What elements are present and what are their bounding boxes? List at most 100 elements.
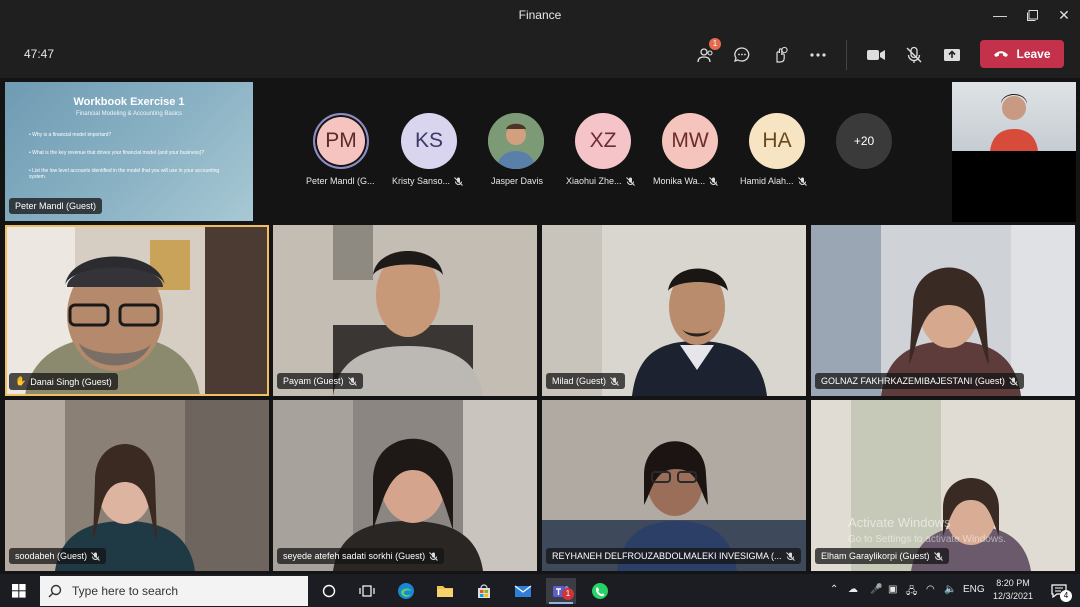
cortana-icon bbox=[322, 584, 336, 598]
network-icon[interactable]: 🖧 bbox=[906, 584, 917, 601]
clock-time: 8:20 PM bbox=[996, 578, 1030, 588]
self-video bbox=[952, 82, 1076, 151]
leave-label: Leave bbox=[1016, 47, 1051, 61]
teams-badge: 1 bbox=[562, 588, 574, 600]
video-tile[interactable]: REYHANEH DELFROUZABDOLMALEKI INVESIGMA (… bbox=[542, 400, 806, 571]
mail-button[interactable] bbox=[508, 578, 538, 604]
edge-button[interactable] bbox=[391, 578, 421, 604]
avatar-name: Monika Wa... bbox=[653, 176, 706, 186]
video-feed bbox=[5, 225, 269, 396]
video-feed bbox=[542, 225, 806, 396]
slide-bullet: What is the key revenue that drives your… bbox=[29, 150, 229, 156]
mic-button[interactable] bbox=[901, 42, 927, 68]
participant-nametag: Payam (Guest) bbox=[277, 373, 363, 389]
participants-badge: 1 bbox=[709, 38, 721, 50]
avatar-name: Jasper Davis bbox=[491, 176, 544, 186]
file-explorer-button[interactable] bbox=[430, 578, 460, 604]
meet-now-icon[interactable]: ▣ bbox=[888, 584, 897, 595]
close-icon[interactable]: ✕ bbox=[1048, 0, 1080, 30]
maximize-icon[interactable] bbox=[1016, 0, 1048, 30]
tray-overflow-icon[interactable]: ⌃ bbox=[830, 584, 838, 595]
start-button[interactable] bbox=[4, 578, 34, 604]
search-icon bbox=[48, 584, 62, 598]
participants-button[interactable]: 1 bbox=[693, 38, 721, 68]
avatar-ha[interactable]: HA bbox=[749, 113, 805, 169]
meeting-timer: 47:47 bbox=[24, 47, 55, 61]
leave-button[interactable]: Leave bbox=[980, 40, 1064, 68]
mic-off-icon bbox=[610, 376, 619, 386]
microphone-tray-icon[interactable]: 🎤 bbox=[870, 584, 882, 595]
video-tile[interactable]: GOLNAZ FAKHRKAZEMIBAJESTANI (Guest) bbox=[811, 225, 1075, 396]
mic-off-icon bbox=[709, 176, 719, 186]
participant-name: Payam (Guest) bbox=[283, 376, 344, 386]
video-tile[interactable]: Payam (Guest) bbox=[273, 225, 537, 396]
video-tile[interactable]: Milad (Guest) bbox=[542, 225, 806, 396]
participant-nametag: seyede atefeh sadati sorkhi (Guest) bbox=[277, 548, 445, 564]
onedrive-icon[interactable]: ☁ bbox=[848, 584, 858, 595]
taskbar-search[interactable]: Type here to search bbox=[40, 576, 308, 606]
avatar-initials: XZ bbox=[589, 129, 617, 152]
reactions-button[interactable] bbox=[767, 42, 793, 68]
self-preview[interactable] bbox=[952, 82, 1076, 222]
video-feed bbox=[811, 225, 1075, 396]
presenter-nametag: Peter Mandl (Guest) bbox=[9, 198, 103, 214]
participant-name: Milad (Guest) bbox=[552, 376, 607, 386]
video-tile[interactable]: Elham Garaylikorpi (Guest) bbox=[811, 400, 1075, 571]
avatar-xz[interactable]: XZ bbox=[575, 113, 631, 169]
teams-button[interactable]: 1 bbox=[546, 578, 576, 604]
slide-bullet: Why is a financial model important? bbox=[29, 132, 229, 138]
notifications-button[interactable]: 4 bbox=[1044, 578, 1074, 604]
folder-icon bbox=[437, 586, 453, 597]
input-language[interactable]: ENG bbox=[963, 584, 985, 595]
participant-nametag: REYHANEH DELFROUZABDOLMALEKI INVESIGMA (… bbox=[546, 548, 801, 564]
whatsapp-button[interactable] bbox=[585, 578, 615, 604]
windows-logo-icon bbox=[12, 584, 26, 598]
store-button[interactable] bbox=[469, 578, 499, 604]
mail-icon bbox=[514, 585, 532, 597]
activation-watermark: Activate Windows bbox=[848, 515, 951, 530]
taskbar-clock[interactable]: 8:20 PM 12/3/2021 bbox=[988, 577, 1038, 603]
notification-count: 4 bbox=[1060, 590, 1072, 602]
hang-up-icon bbox=[994, 51, 1009, 57]
wifi-icon[interactable]: ◠ bbox=[926, 584, 935, 595]
video-feed bbox=[273, 225, 537, 396]
mic-off-icon bbox=[625, 176, 635, 186]
avatar-name-row: Jasper Davis bbox=[491, 176, 543, 186]
avatar-name-row: Xiaohui Zhe... bbox=[566, 176, 635, 186]
task-view-button[interactable] bbox=[352, 578, 382, 604]
volume-icon[interactable]: 🔈 bbox=[944, 584, 956, 595]
overflow-participants-button[interactable]: +20 bbox=[836, 113, 892, 169]
toolbar-divider bbox=[846, 40, 847, 70]
participant-name: Elham Garaylikorpi (Guest) bbox=[821, 551, 930, 561]
avatar-jasper-davis[interactable] bbox=[488, 113, 544, 169]
presenter-name: Peter Mandl (Guest) bbox=[15, 201, 97, 211]
mic-off-icon bbox=[454, 176, 463, 186]
video-tile[interactable]: soodabeh (Guest) bbox=[5, 400, 269, 571]
avatar-ks[interactable]: KS bbox=[401, 113, 457, 169]
chat-button[interactable] bbox=[729, 42, 755, 68]
participant-name: REYHANEH DELFROUZABDOLMALEKI INVESIGMA (… bbox=[552, 551, 782, 561]
shared-content[interactable]: Workbook Exercise 1 Financial Modeling &… bbox=[5, 82, 253, 221]
participant-name: seyede atefeh sadati sorkhi (Guest) bbox=[283, 551, 426, 561]
share-screen-button[interactable] bbox=[939, 42, 965, 68]
mic-off-icon bbox=[347, 376, 357, 386]
video-feed bbox=[542, 400, 806, 571]
participant-nametag: GOLNAZ FAKHRKAZEMIBAJESTANI (Guest) bbox=[815, 373, 1024, 389]
camera-button[interactable] bbox=[863, 42, 889, 68]
avatar-pm[interactable]: PM bbox=[313, 113, 369, 169]
whatsapp-icon bbox=[592, 583, 608, 599]
meeting-toolbar: 47:47 1 Leave bbox=[0, 30, 1080, 78]
cortana-button[interactable] bbox=[314, 578, 344, 604]
overflow-count: +20 bbox=[853, 134, 875, 148]
profile-photo-icon bbox=[488, 113, 544, 169]
avatar-initials: MW bbox=[671, 129, 709, 152]
video-tile[interactable]: ✋ Danai Singh (Guest) bbox=[5, 225, 269, 396]
more-options-button[interactable] bbox=[805, 42, 831, 68]
participant-name: Danai Singh (Guest) bbox=[30, 376, 112, 387]
activation-watermark-hint: Go to Settings to activate Windows. bbox=[848, 534, 1006, 545]
slide-bullet: List the low level accounts identified i… bbox=[29, 168, 229, 180]
minimize-icon[interactable]: — bbox=[984, 0, 1016, 30]
video-tile[interactable]: seyede atefeh sadati sorkhi (Guest) bbox=[273, 400, 537, 571]
avatar-initials: HA bbox=[762, 129, 792, 152]
avatar-mw[interactable]: MW bbox=[662, 113, 718, 169]
